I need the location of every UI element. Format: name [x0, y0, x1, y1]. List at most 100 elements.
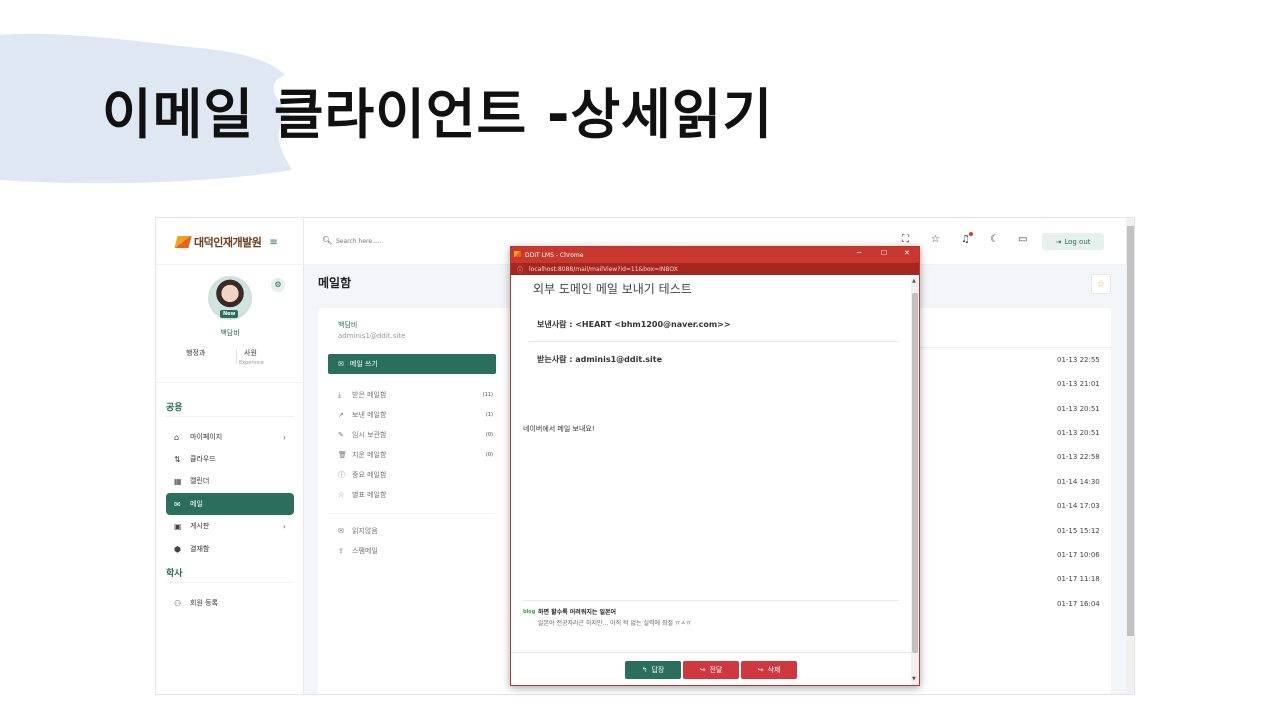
- cloud-icon: ⇅: [174, 454, 181, 464]
- sidebar-item-label: 캘린더: [190, 477, 210, 485]
- slide: 이메일 클라이언트 -상세읽기 대덕인재개발원 ≡ New ⚙ 백담비 행정과 …: [0, 0, 1280, 720]
- profile-role: 사원: [244, 349, 257, 357]
- sidebar-item-mypage[interactable]: ⌂ 마이페이지 ›: [166, 426, 294, 448]
- sidebar-item-label: 클라우드: [190, 455, 216, 463]
- popup-scrollbar[interactable]: ▲ ▼: [911, 277, 919, 685]
- box-icon: ⬢: [174, 544, 181, 554]
- mail-view-popup-window: DDIT LMS - Chrome ─ ☐ ✕ ⓘ localhost:8088…: [510, 246, 920, 686]
- profile-name: 백담비: [220, 329, 240, 337]
- chat-icon[interactable]: ▭: [1018, 234, 1027, 245]
- filter-unread[interactable]: ✉ 읽지않음: [338, 524, 493, 538]
- minimize-icon[interactable]: ─: [857, 249, 861, 257]
- unread-icon: ✉: [338, 527, 344, 535]
- folder-count: (0): [485, 432, 493, 438]
- folder-label: 보낸 메일함: [352, 411, 387, 419]
- sidebar-item-cloud[interactable]: ⇅ 클라우드: [166, 448, 294, 470]
- footer-divider: [511, 652, 911, 653]
- page-scrollbar[interactable]: [1126, 218, 1134, 694]
- compose-label: 메일 쓰기: [349, 360, 378, 368]
- moon-icon[interactable]: ☾: [990, 234, 999, 245]
- important-icon: ⓘ: [338, 471, 345, 479]
- search-input[interactable]: [336, 234, 456, 248]
- fullscreen-icon[interactable]: ⛶: [902, 234, 909, 245]
- mail-to: 받는사람 : adminis1@ddit.site: [537, 355, 662, 364]
- popup-scroll-thumb[interactable]: [912, 293, 918, 653]
- folder-label: 받은 메일함: [352, 391, 387, 399]
- logo[interactable]: 대덕인재개발원 ≡: [174, 234, 278, 250]
- inbox-icon: ⤓: [338, 390, 342, 399]
- mail-row-date[interactable]: 01-17 16:04: [1057, 600, 1100, 608]
- folder-count: (11): [482, 392, 493, 398]
- mail-row-date[interactable]: 01-17 10:06: [1057, 551, 1100, 559]
- mail-row-date[interactable]: 01-17 11:18: [1057, 575, 1100, 583]
- mail-icon: ✉: [174, 499, 181, 509]
- folder-label: 임시 보관함: [352, 431, 387, 439]
- sidebar-item-calendar[interactable]: ▦ 캘린더: [166, 470, 294, 492]
- sidebar-item-board[interactable]: ▣ 게시판 ›: [166, 515, 294, 537]
- delete-label: 삭제: [767, 666, 781, 674]
- bell-icon[interactable]: ♫: [961, 234, 970, 245]
- settings-icon[interactable]: ⚙: [271, 278, 285, 292]
- popup-window-title: DDIT LMS - Chrome: [525, 251, 584, 259]
- mail-row-date[interactable]: 01-15 15:12: [1057, 527, 1100, 535]
- scroll-up-icon[interactable]: ▲: [912, 278, 916, 284]
- folder-trash[interactable]: 🗑︎ 지운 메일함 (0): [338, 448, 493, 462]
- star-icon: ☆: [338, 491, 345, 499]
- blog-badge: blog: [523, 609, 536, 615]
- star-icon[interactable]: ☆: [931, 234, 940, 245]
- forward-icon: ↪: [699, 666, 706, 674]
- sidebar-item-label: 게시판: [190, 522, 210, 530]
- folder-drafts[interactable]: ✎ 임시 보관함 (0): [338, 428, 493, 442]
- scroll-down-icon[interactable]: ▼: [912, 676, 916, 682]
- section-common: 공용: [166, 403, 183, 413]
- compose-button[interactable]: ✉ 메일 쓰기: [328, 354, 496, 374]
- mail-row-date[interactable]: 01-14 17:03: [1057, 502, 1100, 510]
- folder-spam[interactable]: ⇪ 스팸메일: [338, 544, 493, 558]
- mail-row-date[interactable]: 01-13 20:51: [1057, 405, 1100, 413]
- folder-inbox[interactable]: ⤓ 받은 메일함 (11): [338, 388, 493, 402]
- mail-row-date[interactable]: 01-13 22:58: [1057, 453, 1100, 461]
- meta-divider: [529, 341, 899, 342]
- notification-dot: [969, 232, 973, 236]
- mail-from: 보낸사람 : <HEART <bhm1200@naver.com>>: [537, 320, 731, 329]
- maximize-icon[interactable]: ☐: [881, 249, 887, 257]
- info-icon: ⓘ: [517, 267, 524, 274]
- sent-icon: ↗: [338, 411, 344, 419]
- logout-button[interactable]: ⇥ Log out: [1042, 233, 1104, 250]
- mail-row-date[interactable]: 01-14 14:30: [1057, 478, 1100, 486]
- reply-icon: ↰: [641, 666, 648, 674]
- mail-row-date[interactable]: 01-13 21:01: [1057, 380, 1100, 388]
- calendar-icon: ▦: [174, 476, 182, 486]
- mail-row-date[interactable]: 01-13 20:51: [1057, 429, 1100, 437]
- blog-divider: [523, 600, 899, 601]
- close-icon[interactable]: ✕: [904, 249, 910, 257]
- popup-address-bar[interactable]: ⓘ localhost:8088/mail/mailView?id=11&box…: [511, 263, 919, 275]
- sidebar-item-label: 회원 등록: [190, 599, 218, 607]
- folder-label: 별표 메일함: [352, 491, 387, 499]
- mailbox-user-name: 백담비: [338, 321, 358, 329]
- forward-button[interactable]: ↪ 전달: [683, 661, 739, 679]
- sidebar-item-member-register[interactable]: ⚇ 회원 등록: [166, 592, 294, 614]
- mailbox-user-email: adminis1@ddit.site: [338, 332, 406, 340]
- page-scroll-thumb[interactable]: [1127, 226, 1134, 636]
- favorite-star-icon[interactable]: ☆: [1091, 274, 1111, 294]
- board-icon: ▣: [174, 521, 182, 531]
- folder-label: 중요 메일함: [352, 471, 387, 479]
- menu-toggle-icon[interactable]: ≡: [269, 237, 277, 248]
- sidebar-item-label: 결재함: [190, 545, 210, 553]
- blog-title[interactable]: 하면 할수록 어려워지는 일본어: [538, 607, 616, 616]
- home-icon: ⌂: [174, 432, 180, 442]
- folder-starred[interactable]: ☆ 별표 메일함: [338, 488, 493, 502]
- reply-button[interactable]: ↰ 답장: [625, 661, 681, 679]
- sidebar-item-mail[interactable]: ✉ 메일: [166, 493, 294, 515]
- user-add-icon: ⚇: [174, 598, 182, 608]
- sidebar-item-label: 마이페이지: [190, 433, 223, 441]
- mail-row-date[interactable]: 01-13 22:55: [1057, 356, 1100, 364]
- sidebar-item-approval[interactable]: ⬢ 결재함: [166, 538, 294, 560]
- folder-sent[interactable]: ↗ 보낸 메일함 (1): [338, 408, 493, 422]
- blog-excerpt: 일본어 전공자라곤 하지만... 아직 턱 없는 실력에 좌절 ㅠㅅㅠ: [538, 620, 692, 627]
- delete-button[interactable]: ↪ 삭제: [741, 661, 797, 679]
- sidebar-item-label: 메일: [190, 500, 203, 508]
- folder-important[interactable]: ⓘ 중요 메일함: [338, 468, 493, 482]
- slide-title: 이메일 클라이언트 -상세읽기: [102, 83, 774, 146]
